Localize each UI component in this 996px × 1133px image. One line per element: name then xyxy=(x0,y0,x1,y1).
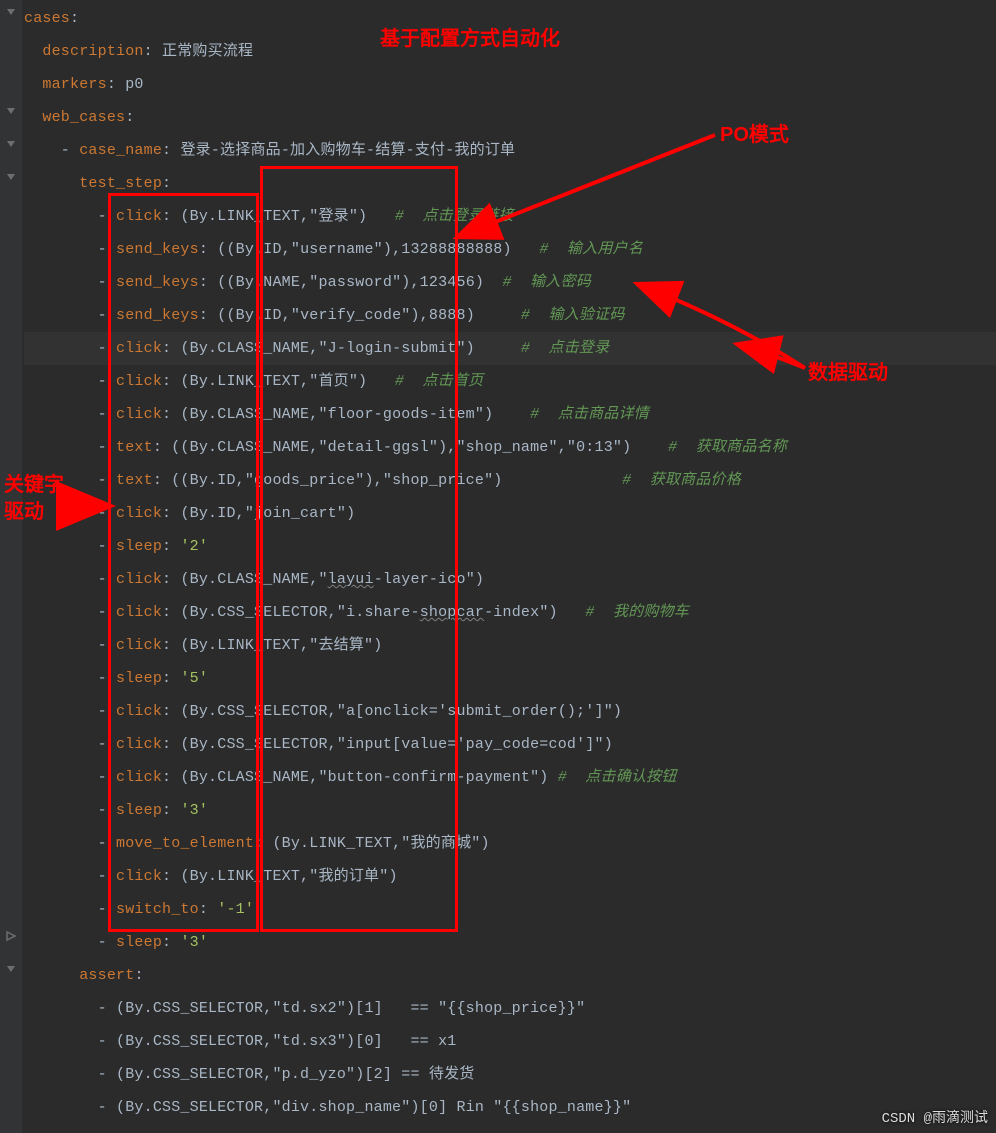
code-line: - click: (By.CLASS_NAME,"layui-layer-ico… xyxy=(24,563,996,596)
code-line: - click: (By.CSS_SELECTOR,"i.share-shopc… xyxy=(24,596,996,629)
code-line: - click: (By.CLASS_NAME,"button-confirm-… xyxy=(24,761,996,794)
code-line: - (By.CSS_SELECTOR,"div.shop_name")[0] R… xyxy=(24,1091,996,1124)
code-line: - click: (By.LINK_TEXT,"首页") # 点击首页 xyxy=(24,365,996,398)
code-line: - case_name: 登录-选择商品-加入购物车-结算-支付-我的订单 xyxy=(24,134,996,167)
fold-gutter xyxy=(0,0,22,1133)
code-line: - click: (By.LINK_TEXT,"去结算") xyxy=(24,629,996,662)
code-line: - click: (By.CSS_SELECTOR,"input[value='… xyxy=(24,728,996,761)
code-line: - text: ((By.CLASS_NAME,"detail-ggsl"),"… xyxy=(24,431,996,464)
code-line: assert: xyxy=(24,959,996,992)
code-area: cases: description: 正常购买流程 markers: p0 w… xyxy=(24,0,996,1124)
code-line: - (By.CSS_SELECTOR,"p.d_yzo")[2] == 待发货 xyxy=(24,1058,996,1091)
code-line: - switch_to: '-1' xyxy=(24,893,996,926)
code-line: - send_keys: ((By.ID,"username"),1328888… xyxy=(24,233,996,266)
code-line: markers: p0 xyxy=(24,68,996,101)
fold-icon[interactable] xyxy=(5,930,17,942)
code-line: - click: (By.CLASS_NAME,"J-login-submit"… xyxy=(24,332,996,365)
code-line: - send_keys: ((By.NAME,"password"),12345… xyxy=(24,266,996,299)
fold-icon[interactable] xyxy=(5,963,17,975)
code-editor: cases: description: 正常购买流程 markers: p0 w… xyxy=(0,0,996,1133)
code-line: description: 正常购买流程 xyxy=(24,35,996,68)
code-line: - sleep: '2' xyxy=(24,530,996,563)
code-line: test_step: xyxy=(24,167,996,200)
fold-icon[interactable] xyxy=(5,105,17,117)
code-line: - sleep: '3' xyxy=(24,794,996,827)
code-line: web_cases: xyxy=(24,101,996,134)
code-line: - move_to_element: (By.LINK_TEXT,"我的商城") xyxy=(24,827,996,860)
watermark: CSDN @雨滴测试 xyxy=(882,1107,988,1127)
fold-icon[interactable] xyxy=(5,6,17,18)
code-line: - text: ((By.ID,"goods_price"),"shop_pri… xyxy=(24,464,996,497)
code-line: - (By.CSS_SELECTOR,"td.sx2")[1] == "{{sh… xyxy=(24,992,996,1025)
fold-icon[interactable] xyxy=(5,138,17,150)
code-line: - click: (By.ID,"join_cart") xyxy=(24,497,996,530)
code-line: - click: (By.CSS_SELECTOR,"a[onclick='su… xyxy=(24,695,996,728)
code-line: - send_keys: ((By.ID,"verify_code"),8888… xyxy=(24,299,996,332)
code-line: - click: (By.LINK_TEXT,"我的订单") xyxy=(24,860,996,893)
code-line: - sleep: '5' xyxy=(24,662,996,695)
fold-icon[interactable] xyxy=(5,171,17,183)
code-line: - (By.CSS_SELECTOR,"td.sx3")[0] == x1 xyxy=(24,1025,996,1058)
code-line: - sleep: '3' xyxy=(24,926,996,959)
code-line: cases: xyxy=(24,2,996,35)
code-line: - click: (By.CLASS_NAME,"floor-goods-ite… xyxy=(24,398,996,431)
code-line: - click: (By.LINK_TEXT,"登录") # 点击登录链接 xyxy=(24,200,996,233)
